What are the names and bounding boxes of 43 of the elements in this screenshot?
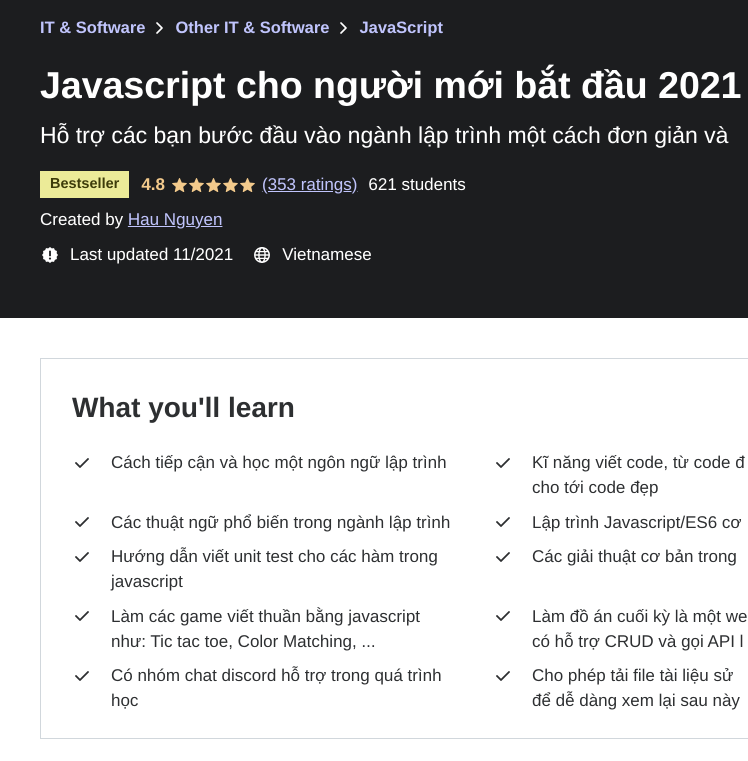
star-icon	[188, 178, 204, 192]
rating-value: 4.8	[141, 174, 165, 196]
last-updated-text: Last updated 11/2021	[70, 244, 234, 266]
chevron-right-icon	[340, 22, 348, 34]
star-icon	[206, 178, 221, 192]
breadcrumb-link[interactable]: IT & Software	[40, 16, 146, 40]
chevron-right-icon	[156, 22, 164, 34]
check-icon	[496, 611, 510, 621]
student-count: 621 students	[368, 174, 466, 196]
course-subtitle: Hỗ trợ các bạn bước đầu vào ngành lập trình một cách đơn giản và	[40, 121, 728, 150]
star-icon	[172, 178, 187, 192]
check-icon	[496, 670, 510, 680]
check-icon	[75, 670, 89, 680]
check-icon	[75, 517, 89, 527]
breadcrumb-link[interactable]: JavaScript	[359, 16, 443, 40]
learn-item-text: Có nhóm chat discord hỗ trợ trong quá trình học	[111, 665, 442, 712]
learn-item-text: Các thuật ngữ phổ biến trong ngành lập trình	[111, 512, 450, 534]
ratings-link[interactable]: (353 ratings)	[262, 172, 358, 196]
learn-item-text: Cho phép tải file tài liệu sử để dễ dàng xem lại sau này	[532, 665, 740, 712]
star-icon	[222, 178, 238, 192]
check-icon	[496, 517, 510, 527]
learn-item-text: Kĩ năng viết code, từ code đ cho tới code đẹp	[532, 452, 745, 499]
globe-icon	[254, 247, 270, 263]
learn-item-text: Hướng dẫn viết unit test cho các hàm trong javascript	[111, 546, 438, 593]
learn-item-text: Cách tiếp cận và học một ngôn ngữ lập trình	[111, 452, 447, 474]
check-icon	[75, 458, 89, 468]
check-icon	[75, 552, 89, 562]
check-icon	[75, 611, 89, 621]
learn-item-text: Các giải thuật cơ bản trong	[532, 546, 737, 568]
created-by-text: Created by Hau Nguyen	[40, 209, 222, 231]
course-title: Javascript cho người mới bắt đầu 2021	[40, 63, 742, 107]
breadcrumb-link[interactable]: Other IT & Software	[175, 16, 330, 40]
learn-item-text: Làm đồ án cuối kỳ là một we có hỗ trợ CRUD và gọi API l	[532, 606, 748, 652]
check-icon	[496, 458, 510, 468]
learn-item-text: Làm các game viết thuần bằng javascript như: Tic tac toe, Color Matching, ...	[111, 606, 420, 652]
learn-item-text: Lập trình Javascript/ES6 cơ	[532, 512, 742, 534]
instructor-link[interactable]: Hau Nguyen	[128, 210, 222, 229]
learn-heading: What you'll learn	[72, 391, 295, 425]
alert-icon	[42, 247, 58, 263]
star-icon	[240, 178, 255, 192]
check-icon	[496, 552, 510, 562]
language-text: Vietnamese	[282, 244, 372, 266]
bestseller-badge: Bestseller	[40, 171, 130, 198]
